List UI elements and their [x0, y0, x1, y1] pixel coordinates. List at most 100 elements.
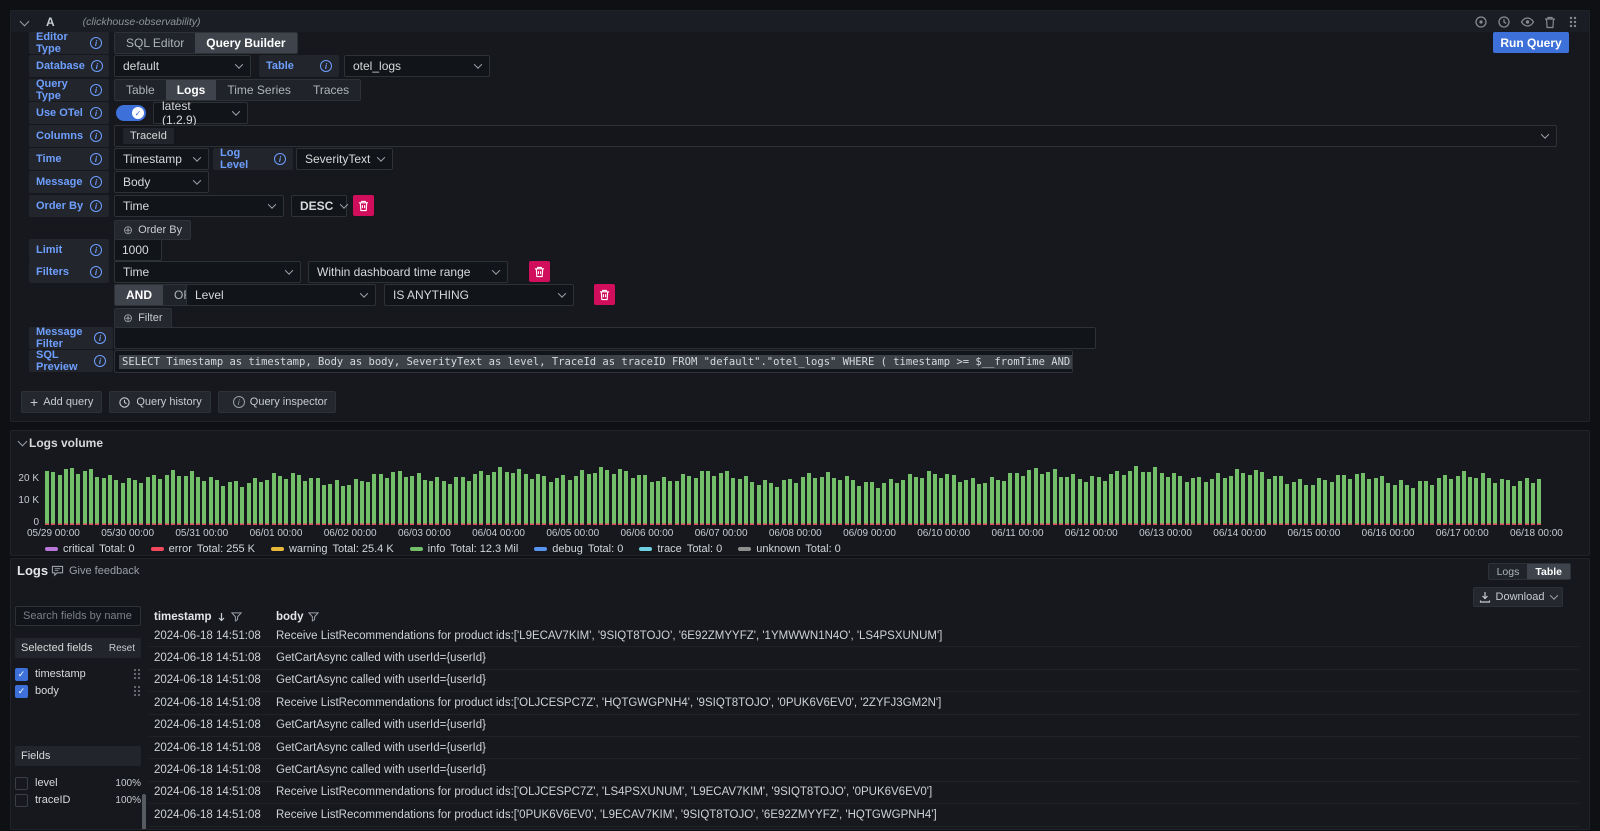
order-by-field-select[interactable]: Time [114, 195, 284, 217]
volume-bar [1273, 476, 1277, 525]
volume-bar [977, 484, 981, 525]
legend-item-unknown[interactable]: unknownTotal: 0 [738, 543, 841, 555]
add-filter-button[interactable]: Filter [114, 308, 172, 328]
field-name: timestamp [35, 668, 126, 680]
checkbox-checked-icon[interactable] [15, 668, 28, 681]
add-order-by-button[interactable]: Order By [114, 220, 191, 240]
legend-series-name: warning [289, 543, 328, 555]
drag-handle-icon[interactable] [133, 685, 141, 697]
time-column-select[interactable]: Timestamp [114, 148, 209, 170]
volume-bar [1002, 481, 1006, 525]
info-icon[interactable] [90, 244, 102, 256]
selected-field-timestamp[interactable]: timestamp [15, 666, 141, 682]
legend-item-warning[interactable]: warningTotal: 25.4 K [271, 543, 394, 555]
logs-panel: Logs Give feedback Logs Table Selected f… [10, 558, 1590, 830]
info-icon[interactable] [94, 332, 106, 344]
query-history-button[interactable]: Query history [109, 391, 210, 413]
log-level-select[interactable]: SeverityText [296, 148, 393, 170]
view-option-table[interactable]: Table [1527, 564, 1570, 579]
view-option-logs[interactable]: Logs [1489, 564, 1528, 579]
filter-bool-and[interactable]: AND [115, 285, 163, 305]
column-tag-traceid[interactable]: TraceId [123, 128, 174, 144]
run-query-button[interactable]: Run Query [1493, 32, 1569, 53]
volume-bar [259, 482, 263, 525]
body-column-header[interactable]: body [276, 611, 303, 623]
volume-bar [561, 475, 565, 525]
download-button[interactable]: Download [1473, 587, 1563, 607]
use-otel-toggle[interactable] [116, 105, 146, 121]
info-icon[interactable] [90, 37, 102, 49]
info-icon[interactable] [90, 200, 102, 212]
info-icon[interactable] [91, 60, 103, 72]
sidebar-scrollbar[interactable] [142, 794, 146, 830]
volume-bar [473, 474, 477, 525]
info-icon[interactable] [90, 176, 102, 188]
volume-bar [1506, 480, 1510, 525]
otel-version-select[interactable]: latest (1.2.9) [153, 102, 248, 124]
sort-desc-icon[interactable] [217, 612, 226, 622]
checkbox-unchecked-icon[interactable] [15, 794, 28, 807]
database-select[interactable]: default [114, 55, 251, 77]
collapse-chevron-icon[interactable] [18, 437, 28, 447]
drag-handle-icon[interactable] [133, 668, 141, 680]
timestamp-column-header[interactable]: timestamp [154, 611, 212, 623]
info-icon[interactable] [274, 153, 286, 165]
sql-preview-box[interactable]: SELECT Timestamp as timestamp, Body as b… [114, 350, 1073, 373]
query-type-option-time-series[interactable]: Time Series [216, 80, 302, 100]
query-type-option-table[interactable]: Table [115, 80, 166, 100]
field-level[interactable]: level100% [15, 775, 141, 791]
query-type-option-logs[interactable]: Logs [166, 80, 217, 100]
drag-handle-icon[interactable] [1565, 14, 1581, 30]
info-icon[interactable] [90, 266, 102, 278]
filter1-field-select[interactable]: Time [114, 261, 301, 283]
filter-funnel-icon[interactable] [231, 612, 242, 622]
filter1-condition-select[interactable]: Within dashboard time range [308, 261, 508, 283]
history-icon[interactable] [1496, 14, 1512, 30]
volume-bar [45, 471, 49, 525]
table-select[interactable]: otel_logs [344, 55, 490, 77]
info-icon[interactable] [90, 84, 102, 96]
duplicate-icon[interactable] [1473, 14, 1489, 30]
checkbox-checked-icon[interactable] [15, 685, 28, 698]
chevron-down-icon [193, 153, 201, 161]
remove-filter2-button[interactable] [594, 284, 615, 305]
hide-response-eye-icon[interactable] [1519, 14, 1535, 30]
collapse-chevron-icon[interactable] [20, 17, 30, 27]
remove-order-by-button[interactable] [353, 195, 374, 216]
legend-item-error[interactable]: errorTotal: 255 K [151, 543, 255, 555]
filter2-operator-select[interactable]: IS ANYTHING [384, 284, 574, 306]
x-axis-tick-label: 06/13 00:00 [1139, 528, 1192, 539]
legend-item-debug[interactable]: debugTotal: 0 [534, 543, 623, 555]
give-feedback-link[interactable]: Give feedback [51, 565, 139, 577]
editor-type-option-sql-editor[interactable]: SQL Editor [115, 33, 195, 53]
legend-item-critical[interactable]: criticalTotal: 0 [45, 543, 135, 555]
info-icon[interactable] [90, 153, 102, 165]
add-query-button[interactable]: Add query [21, 391, 102, 413]
filter-funnel-icon[interactable] [308, 612, 319, 622]
order-by-direction-select[interactable]: DESC [291, 195, 347, 217]
search-fields-input[interactable] [15, 606, 141, 626]
delete-query-icon[interactable] [1542, 14, 1558, 30]
remove-filter1-button[interactable] [529, 261, 550, 282]
legend-item-trace[interactable]: traceTotal: 0 [639, 543, 722, 555]
info-icon[interactable] [94, 355, 106, 367]
reset-fields-button[interactable]: Reset [109, 643, 135, 654]
editor-type-option-query-builder[interactable]: Query Builder [195, 33, 296, 53]
volume-bar [1071, 474, 1075, 525]
checkbox-unchecked-icon[interactable] [15, 777, 28, 790]
field-traceID[interactable]: traceID100% [15, 792, 141, 808]
message-filter-input[interactable] [114, 327, 1096, 349]
message-column-select[interactable]: Body [114, 171, 209, 193]
query-type-option-traces[interactable]: Traces [302, 80, 360, 100]
legend-item-info[interactable]: infoTotal: 12.3 Mil [410, 543, 519, 555]
columns-multiselect[interactable]: TraceId [114, 125, 1557, 147]
filter2-field-select[interactable]: Level [186, 284, 376, 306]
info-icon[interactable] [90, 107, 102, 119]
selected-field-body[interactable]: body [15, 683, 141, 699]
query-inspector-button[interactable]: Query inspector [218, 391, 337, 413]
volume-bar [146, 477, 150, 525]
limit-input[interactable] [114, 239, 162, 261]
info-icon[interactable] [320, 60, 332, 72]
info-icon[interactable] [90, 130, 102, 142]
field-name: traceID [35, 794, 108, 806]
